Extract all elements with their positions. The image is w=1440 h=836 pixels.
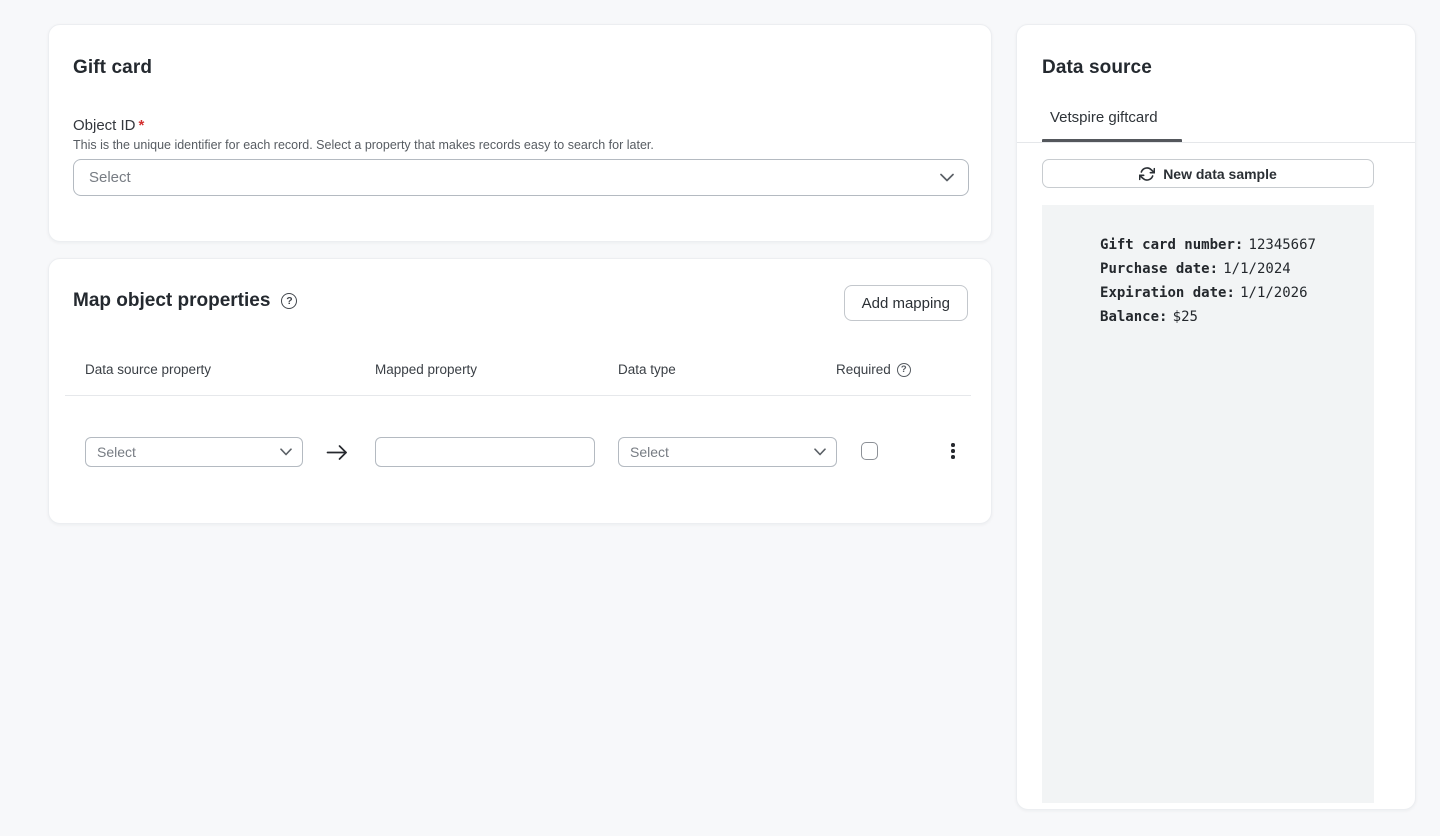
data-sample-preview: Gift card number: 12345667 Purchase date:… <box>1042 205 1374 803</box>
column-header-required: Required ? <box>836 362 911 377</box>
required-checkbox[interactable] <box>861 442 878 460</box>
column-header-data-type: Data type <box>618 362 676 377</box>
sample-field-key: Purchase date: <box>1100 261 1218 277</box>
data-source-panel: Data source Vetspire giftcard New data s… <box>1016 24 1416 810</box>
type-select-placeholder: Select <box>630 444 669 460</box>
required-header-text: Required <box>836 362 891 377</box>
sample-code-block: Gift card number: 12345667 Purchase date:… <box>1100 233 1316 329</box>
tab-vetspire-giftcard[interactable]: Vetspire giftcard <box>1050 109 1158 126</box>
help-icon[interactable]: ? <box>281 293 297 309</box>
map-object-properties-panel: Map object properties ? Add mapping Data… <box>48 258 992 524</box>
sample-field-key: Gift card number: <box>1100 237 1243 253</box>
object-id-help-text: This is the unique identifier for each r… <box>73 138 654 152</box>
new-data-sample-label: New data sample <box>1163 166 1277 182</box>
object-id-label-text: Object ID <box>73 117 136 134</box>
sample-field-key: Expiration date: <box>1100 285 1235 301</box>
mapped-property-input[interactable] <box>375 437 595 467</box>
sample-field-value: 1/1/2026 <box>1240 285 1307 301</box>
column-header-mapped-property: Mapped property <box>375 362 477 377</box>
sample-field: Purchase date: 1/1/2024 <box>1100 257 1316 281</box>
data-source-title: Data source <box>1042 57 1152 79</box>
sample-field-value: 1/1/2024 <box>1223 261 1290 277</box>
required-asterisk: * <box>139 117 145 134</box>
object-id-label: Object ID* <box>73 117 144 134</box>
data-type-select[interactable]: Select <box>618 437 837 467</box>
table-header-divider <box>65 395 971 396</box>
new-data-sample-button[interactable]: New data sample <box>1042 159 1374 188</box>
page: { "icons": { "help": "?" }, "gift_card_p… <box>0 0 1440 836</box>
kebab-menu-icon[interactable] <box>946 438 960 464</box>
chevron-down-icon <box>280 448 292 456</box>
sample-field: Balance: $25 <box>1100 305 1316 329</box>
chevron-down-icon <box>940 173 954 182</box>
sample-field: Expiration date: 1/1/2026 <box>1100 281 1316 305</box>
object-id-select[interactable]: Select <box>73 159 969 196</box>
gift-card-panel: Gift card Object ID* This is the unique … <box>48 24 992 242</box>
column-header-data-source-property: Data source property <box>85 362 211 377</box>
help-icon[interactable]: ? <box>897 363 911 377</box>
sample-field-value: $25 <box>1173 309 1198 325</box>
sample-field: Gift card number: 12345667 <box>1100 233 1316 257</box>
arrow-right-icon <box>323 439 351 465</box>
add-mapping-button[interactable]: Add mapping <box>844 285 968 321</box>
map-panel-title-row: Map object properties ? <box>73 290 297 312</box>
tabbar-border <box>1017 142 1415 143</box>
data-source-property-select[interactable]: Select <box>85 437 303 467</box>
refresh-icon <box>1139 166 1155 182</box>
gift-card-title: Gift card <box>73 57 152 79</box>
object-id-select-placeholder: Select <box>89 169 131 186</box>
map-panel-title: Map object properties <box>73 290 270 312</box>
sample-field-key: Balance: <box>1100 309 1167 325</box>
source-select-placeholder: Select <box>97 444 136 460</box>
chevron-down-icon <box>814 448 826 456</box>
sample-field-value: 12345667 <box>1249 237 1316 253</box>
